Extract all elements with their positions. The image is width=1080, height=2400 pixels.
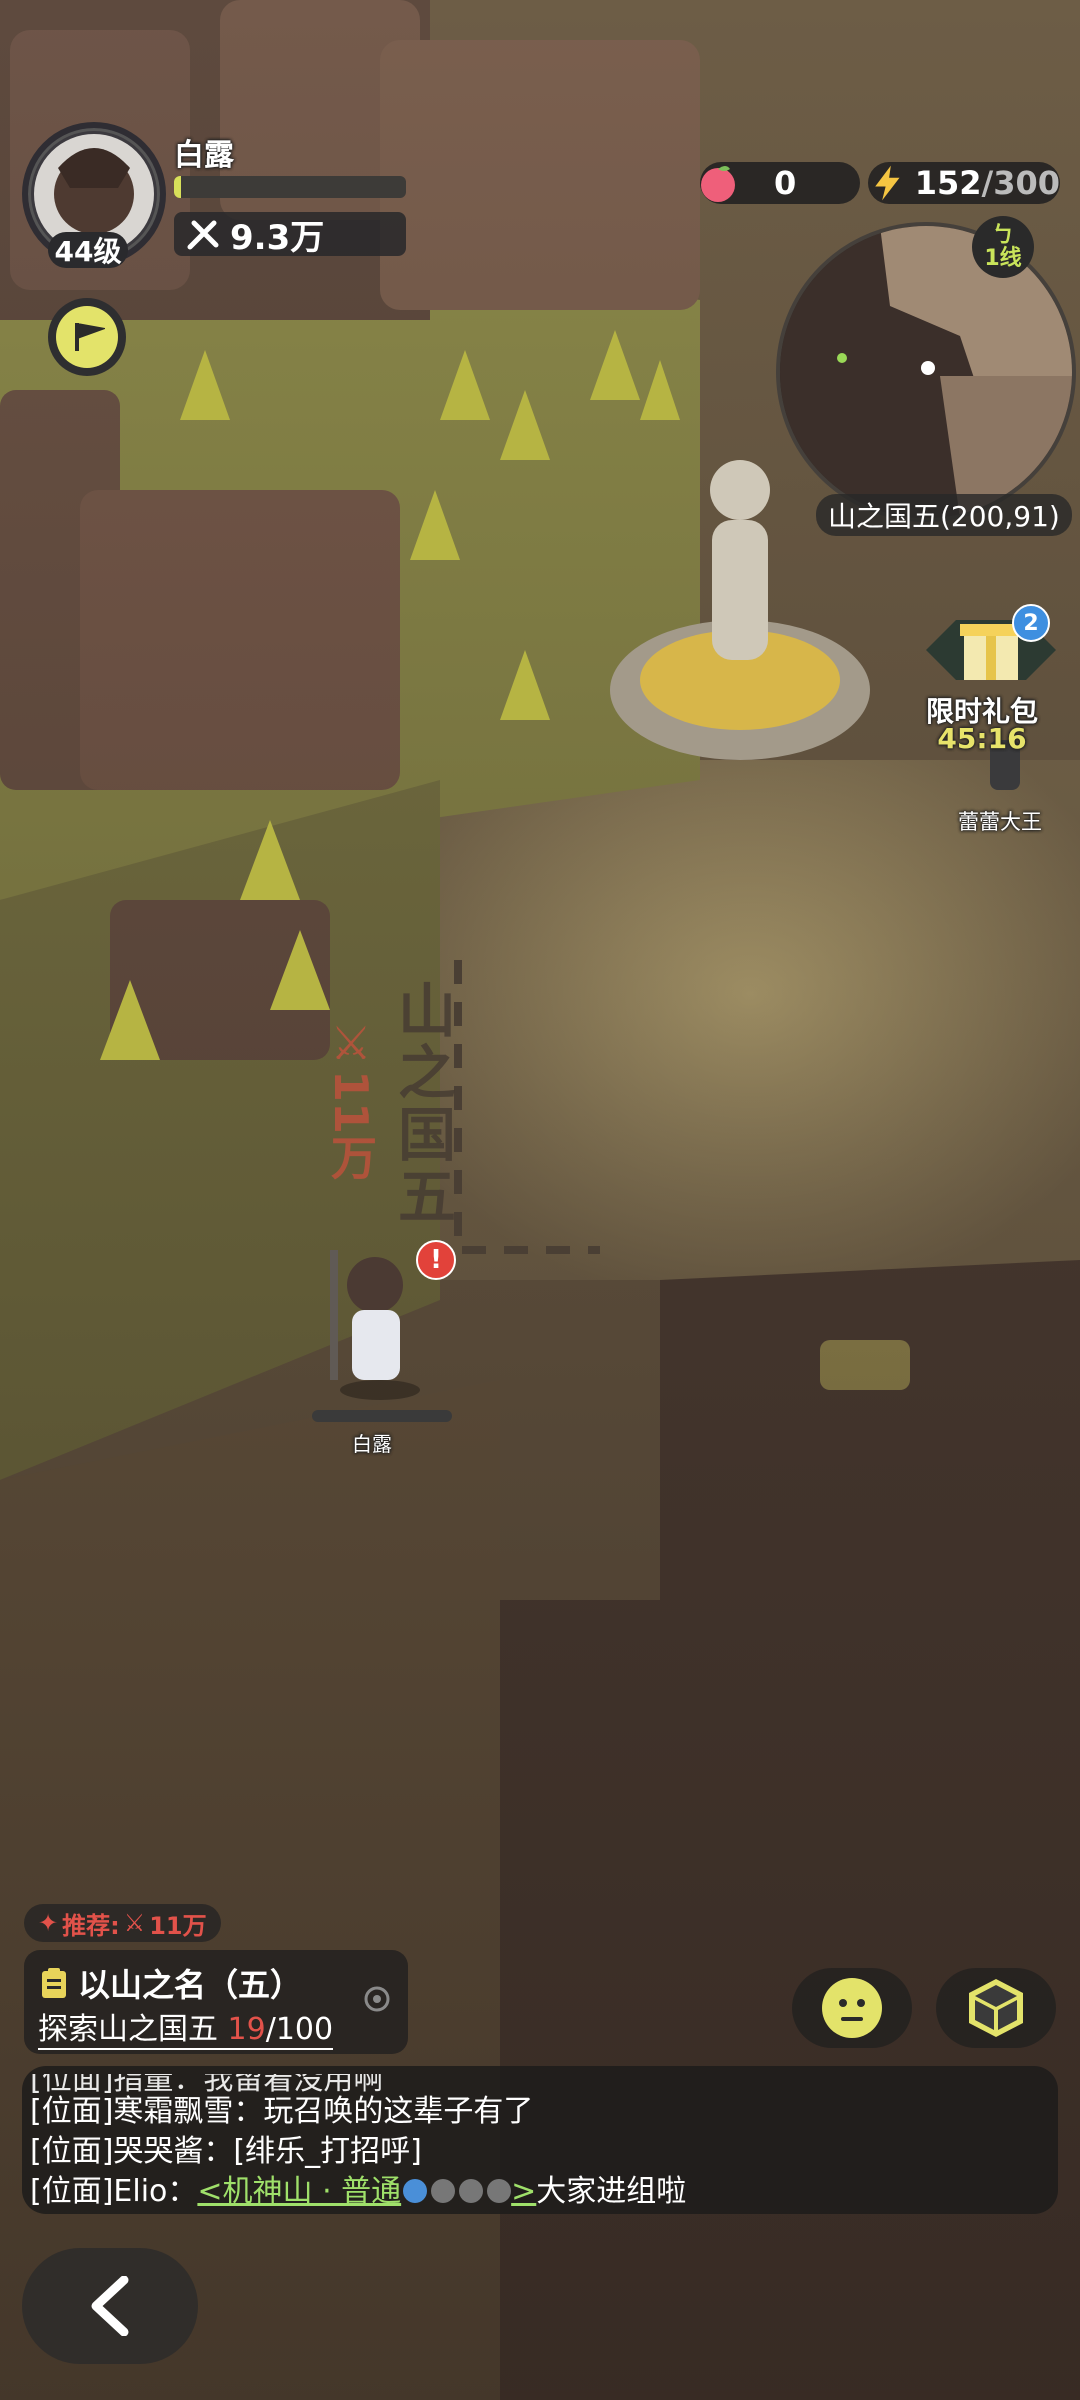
quest-title[interactable]: 以山之名（五） [40,1960,302,2006]
chat-message: 大家进组啦 [536,2174,687,2209]
player-power-value: 9.3万 [230,217,325,258]
back-arrow-icon [91,2276,129,2336]
line-label: 1线 [984,246,1022,271]
minimap[interactable] [776,222,1076,522]
team-invite-link[interactable]: <机神山 · 普通 > [197,2174,536,2209]
energy-current: 152 [914,164,982,202]
player-level-badge: 44级 [48,232,128,268]
quest-progress-total: /100 [265,2012,334,2047]
chat-line: [位面]Elio：<机神山 · 普通 >大家进组啦 [30,2166,686,2210]
peach-count: 0 [774,164,797,202]
chat-line: [位面]寒霜飘雪：玩召唤的这辈子有了 [30,2094,534,2129]
cube-icon [969,1979,1023,2037]
peach-resource[interactable]: 0 [700,162,860,204]
back-button[interactable] [22,2248,198,2364]
energy-max: /300 [981,164,1060,202]
recommend-power-value: 11万 [149,1911,207,1940]
recommended-power: ✦ 推荐: ⚔ 11万 [24,1904,221,1942]
guild-flag-icon [56,306,118,368]
chat-line: [位面]哭哭酱：[绯乐_打招呼] [30,2134,422,2169]
cube-button[interactable] [936,1968,1056,2048]
lightning-icon [875,165,900,201]
team-invite-end: > [511,2174,537,2209]
quest-icon [42,1968,66,1998]
quest-title-text: 以山之名（五） [78,1966,303,2004]
power-icon [187,220,219,250]
recommend-star-icon: ✦ [38,1909,59,1937]
guild-button[interactable] [48,298,126,376]
zone-power-icon: ⚔ [324,1016,378,1070]
character-hp-bar [312,1410,452,1422]
emoji-button[interactable] [792,1968,912,2048]
player-hp-bar [174,176,406,198]
chat-sender: [位面]Elio： [30,2174,198,2209]
zone-power-value: 11万 [324,1070,378,1181]
target-icon[interactable] [362,1984,392,2014]
recommend-label: 推荐: [62,1911,120,1940]
team-slots-icons [403,2179,512,2203]
peach-icon [701,166,735,202]
gift-timer: 45:16 [937,722,1027,755]
player-hp-fill [174,176,181,198]
character-name: 白露 [352,1432,392,1456]
emoji-icon [822,1978,882,2038]
npc-name: 蕾蕾大王 [958,810,1042,834]
quest-progress[interactable]: 探索山之国五 19/100 [38,2004,334,2050]
location-label: 山之国五(200,91) [816,494,1072,536]
character-alert-icon[interactable]: ! [416,1240,456,1280]
line-icon: ㄅ [991,222,1014,248]
gift-count-badge: 2 [1012,604,1050,642]
quest-progress-prefix: 探索山之国五 [38,2012,228,2047]
player-name: 白露 [174,138,234,173]
player-power: 9.3万 [174,212,406,258]
minimap-canvas [780,226,1072,518]
quest-progress-current: 19 [227,2012,266,2047]
zone-name: 山之国五 [388,980,456,1228]
energy-resource[interactable]: 152/300 [868,162,1060,204]
recommend-power-icon: ⚔ [123,1909,146,1937]
team-invite-label: <机神山 · 普通 [197,2174,402,2209]
server-line-badge[interactable]: ㄅ 1线 [972,216,1034,278]
zone-power: ⚔11万 [318,1016,384,1180]
